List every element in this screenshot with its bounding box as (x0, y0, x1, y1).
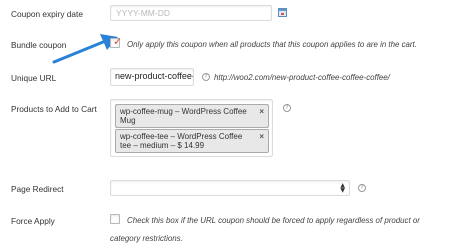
product-token-line2: Mug (120, 116, 136, 125)
coupon-expiry-label: Coupon expiry date (11, 9, 83, 19)
coupon-expiry-input[interactable]: YYYY-MM-DD (110, 5, 272, 21)
calendar-icon[interactable] (278, 8, 287, 17)
force-apply-description-cont: category restrictions. (110, 234, 183, 243)
help-icon[interactable]: ? (202, 73, 210, 81)
bundle-coupon-checkbox[interactable]: ✓ (110, 35, 123, 48)
unique-url-label: Unique URL (11, 73, 57, 83)
force-apply-description: Check this box if the URL coupon should … (127, 216, 420, 225)
bundle-coupon-description: Only apply this coupon when all products… (127, 40, 417, 49)
product-token-line1: wp-coffee-mug – WordPress Coffee (120, 107, 247, 116)
products-to-add-label: Products to Add to Cart (11, 104, 97, 114)
help-icon[interactable]: ? (358, 184, 366, 192)
force-apply-checkbox[interactable] (110, 214, 120, 224)
product-token[interactable]: wp-coffee-mug – WordPress Coffee Mug × (115, 104, 269, 128)
force-apply-label: Force Apply (11, 216, 55, 226)
product-token-line1: wp-coffee-tee – WordPress Coffee (120, 132, 243, 141)
remove-token-icon[interactable]: × (259, 132, 264, 141)
unique-url-input[interactable]: new-product-coffee-coffee-coffee (110, 68, 194, 86)
checkmark-icon: ✓ (113, 35, 123, 48)
products-select[interactable]: wp-coffee-mug – WordPress Coffee Mug × w… (110, 99, 273, 157)
remove-token-icon[interactable]: × (259, 107, 264, 116)
select-arrows-icon: ▲ ▼ (340, 182, 345, 194)
help-icon[interactable]: ? (283, 104, 291, 112)
unique-url-full: http://woo2.com/new-product-coffee-coffe… (214, 73, 390, 82)
page-redirect-select[interactable]: ▲ ▼ (110, 180, 350, 196)
product-token-line2: tee – medium – $ 14.99 (120, 141, 205, 150)
product-token[interactable]: wp-coffee-tee – WordPress Coffee tee – m… (115, 129, 269, 153)
page-redirect-label: Page Redirect (11, 184, 64, 194)
